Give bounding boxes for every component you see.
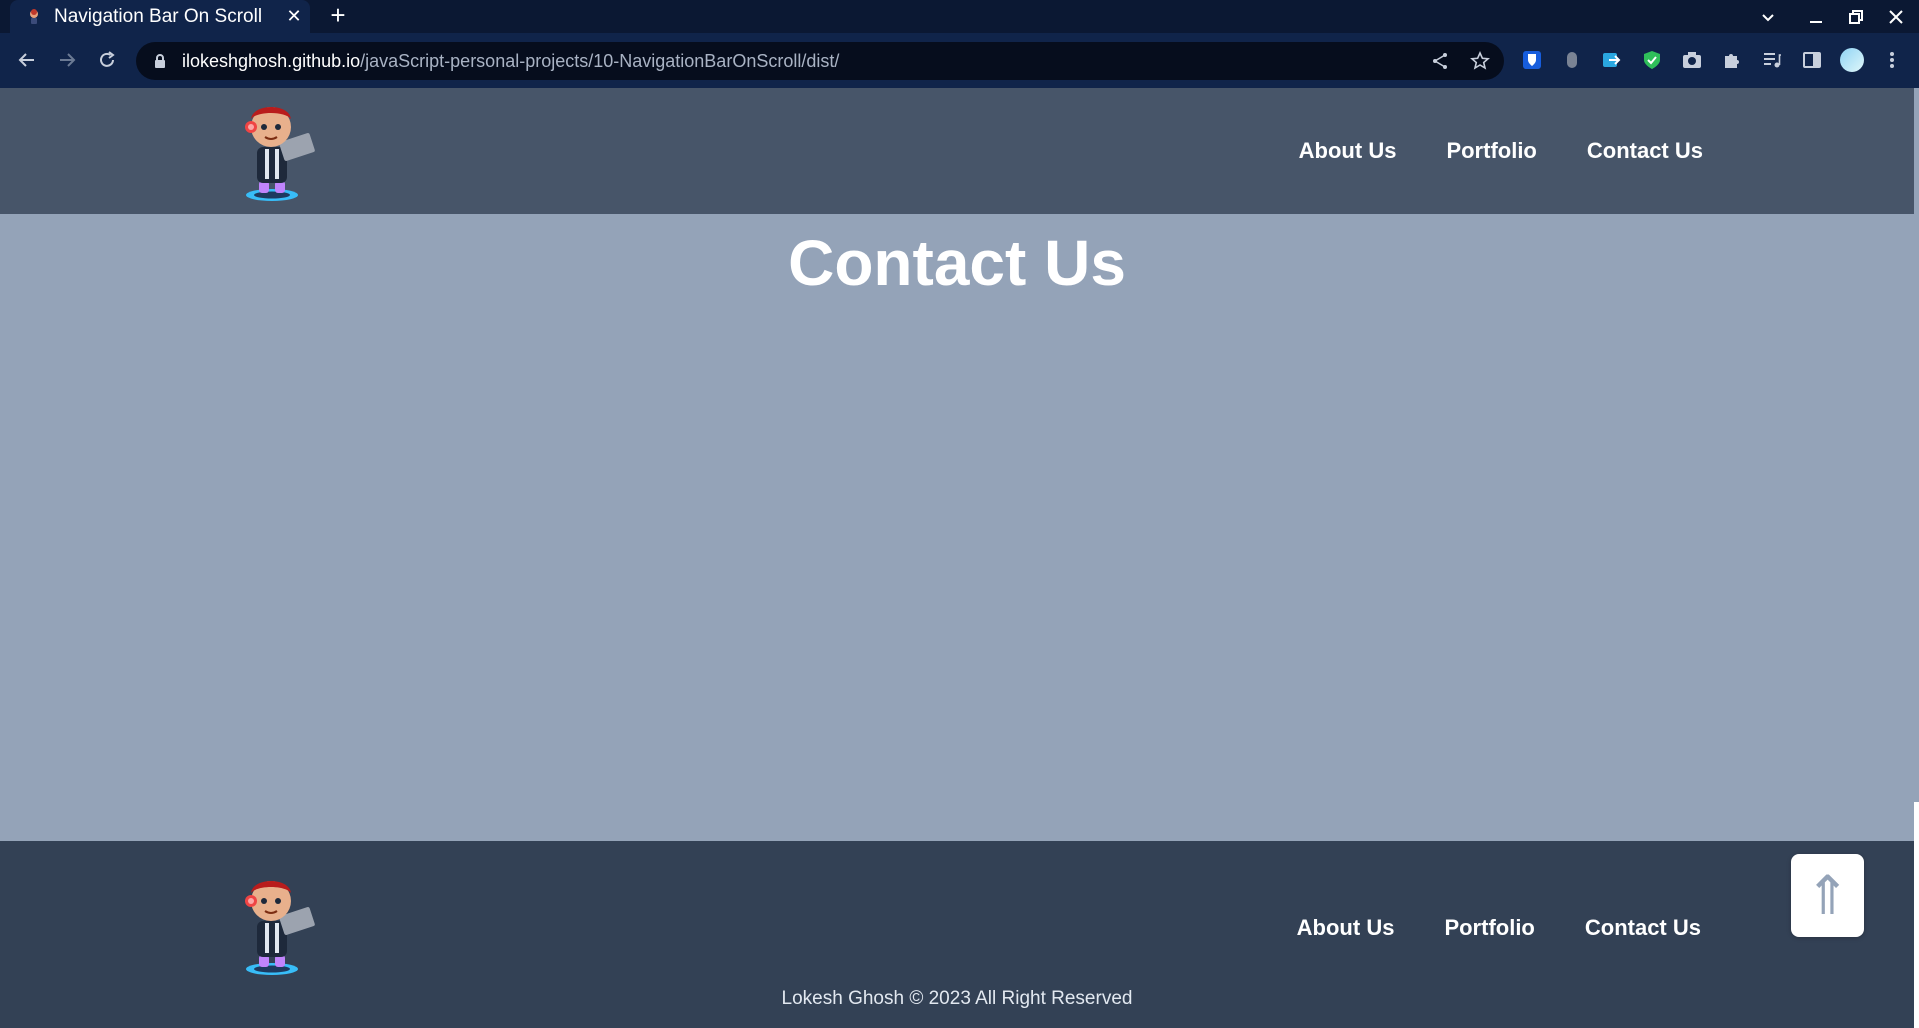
footer-logo-image[interactable] bbox=[235, 871, 331, 979]
contact-section: Contact Us bbox=[0, 214, 1914, 841]
address-bar[interactable]: ilokeshghosh.github.io/javaScript-person… bbox=[136, 42, 1504, 80]
site-footer: About Us Portfolio Contact Us Lokesh Gho… bbox=[0, 841, 1914, 1028]
star-icon[interactable] bbox=[1468, 50, 1492, 72]
footer-nav: About Us Portfolio Contact Us bbox=[1297, 903, 1701, 953]
nav-link-contact-us[interactable]: Contact Us bbox=[1587, 138, 1703, 164]
logo-image[interactable] bbox=[235, 97, 331, 205]
shield-icon[interactable] bbox=[1639, 47, 1665, 73]
footer-link-about-us[interactable]: About Us bbox=[1297, 915, 1395, 941]
browser-toolbar: ilokeshghosh.github.io/javaScript-person… bbox=[0, 33, 1919, 88]
page-title: Contact Us bbox=[788, 227, 1126, 299]
camera-icon[interactable] bbox=[1679, 47, 1705, 73]
tab-title: Navigation Bar On Scroll bbox=[54, 5, 263, 27]
copyright-text: Lokesh Ghosh © 2023 All Right Reserved bbox=[781, 988, 1133, 1009]
nav-link-about-us[interactable]: About Us bbox=[1299, 138, 1397, 164]
footer-link-portfolio[interactable]: Portfolio bbox=[1444, 915, 1534, 941]
back-icon[interactable] bbox=[10, 43, 44, 77]
page-scrollbar-thumb[interactable] bbox=[1914, 802, 1919, 1028]
translate-icon[interactable] bbox=[1599, 47, 1625, 73]
site-header: About Us Portfolio Contact Us bbox=[0, 88, 1919, 214]
browser-tab-active[interactable]: Navigation Bar On Scroll ✕ bbox=[10, 0, 310, 33]
restore-icon[interactable] bbox=[1836, 0, 1876, 33]
double-arrow-up-icon: ⇑ bbox=[1804, 866, 1851, 926]
tab-search-icon[interactable] bbox=[1748, 0, 1788, 33]
new-tab-button[interactable]: + bbox=[322, 0, 354, 33]
minimize-icon[interactable] bbox=[1796, 0, 1836, 33]
lock-icon[interactable] bbox=[154, 53, 170, 69]
url-host: ilokeshghosh.github.io bbox=[182, 50, 361, 71]
mouse-icon[interactable] bbox=[1559, 47, 1585, 73]
forward-icon[interactable] bbox=[50, 43, 84, 77]
close-window-icon[interactable] bbox=[1876, 0, 1916, 33]
favicon-icon bbox=[26, 8, 42, 25]
share-icon[interactable] bbox=[1428, 50, 1452, 72]
tab-close-icon[interactable]: ✕ bbox=[278, 6, 310, 27]
footer-link-contact-us[interactable]: Contact Us bbox=[1585, 915, 1701, 941]
more-icon[interactable] bbox=[1879, 47, 1905, 73]
reload-icon[interactable] bbox=[90, 43, 124, 77]
back-to-top-button[interactable]: ⇑ bbox=[1791, 854, 1864, 937]
profile-avatar[interactable] bbox=[1839, 47, 1865, 73]
side-panel-icon[interactable] bbox=[1799, 47, 1825, 73]
puzzle-icon[interactable] bbox=[1719, 47, 1745, 73]
browser-tab-strip: Navigation Bar On Scroll ✕ + bbox=[0, 0, 1919, 33]
nav-link-portfolio[interactable]: Portfolio bbox=[1446, 138, 1536, 164]
header-nav: About Us Portfolio Contact Us bbox=[1299, 88, 1703, 214]
bitwarden-icon[interactable] bbox=[1519, 47, 1545, 73]
url-path: /javaScript-personal-projects/10-Navigat… bbox=[360, 50, 840, 71]
media-queue-icon[interactable] bbox=[1759, 47, 1785, 73]
